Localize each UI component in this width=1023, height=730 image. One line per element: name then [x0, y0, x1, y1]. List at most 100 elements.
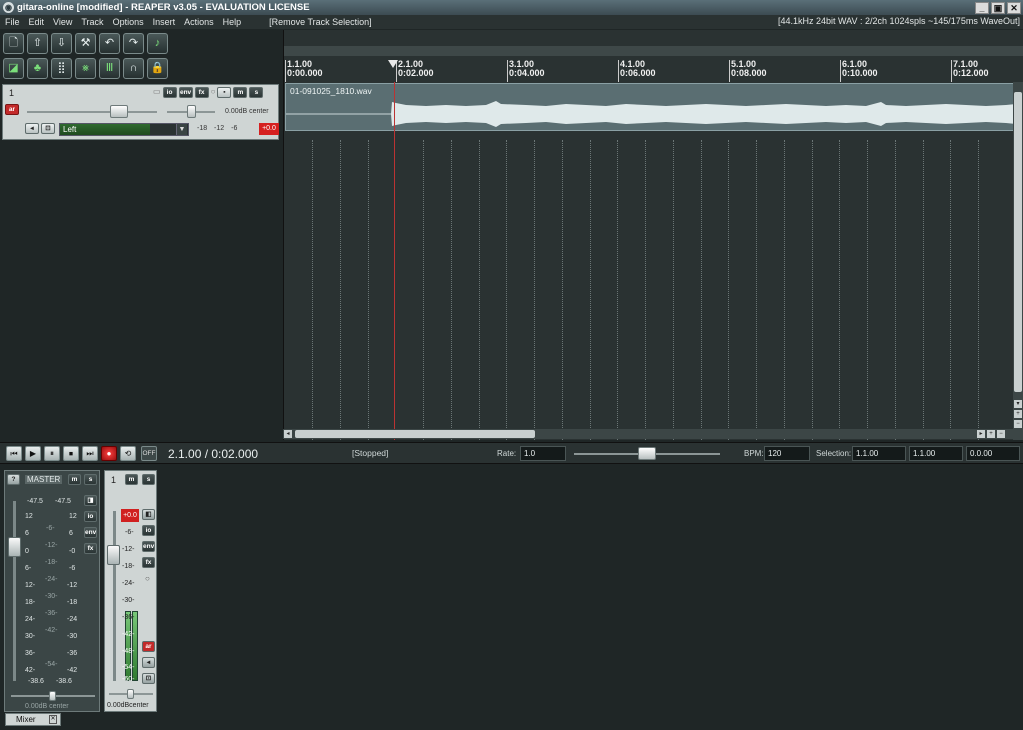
strip-fx-button[interactable]: fx — [142, 557, 155, 568]
vertical-scroll-thumb[interactable] — [1014, 92, 1022, 392]
strip-fx-bypass-icon[interactable]: ○ — [145, 574, 150, 583]
grouping-icon[interactable]: ♣ — [27, 58, 48, 79]
redo-icon[interactable]: ↷ — [123, 33, 144, 54]
open-project-icon[interactable]: ⇧ — [27, 33, 48, 54]
solo-button[interactable]: s — [249, 87, 264, 98]
input-monitor-icon[interactable]: ⊡ — [41, 123, 55, 134]
mute-button[interactable]: m — [233, 87, 248, 98]
stop-icon[interactable]: ⏹ — [63, 446, 79, 461]
menu-insert[interactable]: Insert — [148, 17, 180, 27]
monitor-button[interactable]: ◂ — [25, 123, 39, 134]
fx-button[interactable]: fx — [194, 87, 209, 98]
master-mono-icon[interactable]: ◨ — [84, 495, 97, 506]
vertical-scrollbar[interactable]: ▾ + − — [1013, 82, 1023, 440]
ripple-edit-icon[interactable]: ◪ — [3, 58, 24, 79]
zoom-in-vertical-icon[interactable]: + — [1014, 410, 1022, 418]
project-settings-icon[interactable]: ⚒ — [75, 33, 96, 54]
pause-icon[interactable]: ⏸ — [44, 446, 60, 461]
track-control-panel[interactable]: 1 ar ▭ io env fx ○ ▪ m s 0.00dB center ◂… — [2, 84, 279, 140]
close-icon[interactable]: ✕ — [49, 715, 57, 724]
maximize-button[interactable]: ▣ — [991, 1, 1005, 14]
scroll-down-icon[interactable]: ▾ — [1014, 400, 1022, 408]
position-display[interactable]: 2.1.00 / 0:02.000 — [168, 447, 258, 461]
strip-input-icon[interactable]: ⊡ — [142, 673, 155, 684]
master-peak-left[interactable]: -47.5 — [27, 498, 43, 505]
loop-icon[interactable]: ∩ — [123, 58, 144, 79]
master-solo-button[interactable]: s — [84, 474, 97, 485]
scroll-left-icon[interactable]: ◂ — [284, 430, 292, 438]
menu-track[interactable]: Track — [76, 17, 107, 27]
strip-peak-indicator[interactable]: +0.0 — [121, 509, 139, 522]
pan-slider-thumb[interactable] — [187, 105, 196, 118]
master-mute-button[interactable]: m — [68, 474, 81, 485]
repeat-icon[interactable]: ⟲ — [120, 446, 136, 461]
phase-icon[interactable]: ○ — [211, 87, 216, 98]
horizontal-scroll-thumb[interactable] — [295, 430, 535, 438]
close-button[interactable]: ✕ — [1007, 1, 1021, 14]
strip-env-button[interactable]: env — [142, 541, 155, 552]
zoom-out-vertical-icon[interactable]: − — [1014, 420, 1022, 428]
zoom-out-horizontal-icon[interactable]: − — [997, 430, 1005, 438]
master-io-button[interactable]: io — [84, 511, 97, 522]
master-strip[interactable]: ? MASTER m s -47.5 -47.5 ◨ io env fx 12 … — [4, 470, 100, 712]
strip-fader-thumb[interactable] — [107, 545, 120, 565]
master-fader-thumb[interactable] — [8, 537, 21, 557]
selection-length-field[interactable]: 0.0.00 — [966, 446, 1020, 461]
rate-field[interactable]: 1.0 — [520, 446, 566, 461]
strip-monitor-icon[interactable]: ◂ — [142, 657, 155, 668]
rate-slider-thumb[interactable] — [638, 447, 656, 460]
strip-pan-slider[interactable] — [109, 689, 153, 699]
menu-view[interactable]: View — [48, 17, 76, 27]
bpm-field[interactable]: 120 — [764, 446, 810, 461]
fx-bypass-button[interactable]: ▪ — [217, 87, 232, 98]
edit-cursor-flag-icon[interactable] — [388, 60, 398, 68]
track-volume-slider[interactable] — [27, 105, 157, 119]
strip-io-button[interactable]: io — [142, 525, 155, 536]
menu-edit[interactable]: Edit — [24, 17, 49, 27]
master-peak-right[interactable]: -47.5 — [55, 498, 71, 505]
arrange-view[interactable]: 1.1.00 0:00.000 2.1.00 0:02.000 3.1.00 0:04… — [283, 30, 1023, 440]
master-pan-thumb[interactable] — [49, 691, 56, 701]
scroll-right-icon[interactable]: ▸ — [977, 430, 985, 438]
mixer-tab[interactable]: Mixer ✕ — [5, 713, 61, 726]
auto-crossfade-icon[interactable]: ⨳ — [75, 58, 96, 79]
play-icon[interactable]: ▶ — [25, 446, 41, 461]
envelope-button[interactable]: env — [178, 87, 193, 98]
minimize-button[interactable]: _ — [975, 1, 989, 14]
selection-end-field[interactable]: 1.1.00 — [909, 446, 963, 461]
undo-icon[interactable]: ↶ — [99, 33, 120, 54]
repeat-toggle-button[interactable]: OFF — [141, 446, 157, 461]
snap-grid-icon[interactable]: ⣿ — [51, 58, 72, 79]
go-to-end-icon[interactable]: ⏭ — [82, 446, 98, 461]
menu-options[interactable]: Options — [108, 17, 148, 27]
save-project-icon[interactable]: ⇩ — [51, 33, 72, 54]
envelope-lock-icon[interactable]: Ⅲ — [99, 58, 120, 79]
menu-actions[interactable]: Actions — [179, 17, 218, 27]
track-1-strip[interactable]: 1 m s +0.0 ◧ io env fx ○ -6- -12- -18- -… — [104, 470, 157, 712]
record-arm-button[interactable]: ar — [5, 104, 19, 115]
track-pan-slider[interactable] — [167, 105, 215, 119]
menu-help[interactable]: Help — [218, 17, 246, 27]
strip-solo-button[interactable]: s — [142, 474, 155, 485]
master-fx-button[interactable]: fx — [84, 543, 97, 554]
horizontal-scrollbar[interactable]: ◂ ▸ + − — [283, 429, 1023, 439]
master-env-button[interactable]: env — [84, 527, 97, 538]
io-button[interactable]: io — [162, 87, 177, 98]
strip-record-arm-button[interactable]: ar — [142, 641, 155, 652]
peak-indicator[interactable]: +0.0 — [259, 123, 279, 135]
lock-icon[interactable]: 🔒 — [147, 58, 168, 79]
folder-icon[interactable]: ▭ — [153, 87, 161, 98]
zoom-in-horizontal-icon[interactable]: + — [987, 430, 995, 438]
new-project-icon[interactable]: 🗋 — [3, 33, 24, 54]
strip-pan-thumb[interactable] — [127, 689, 134, 699]
ruler-band[interactable] — [284, 46, 1023, 56]
master-help-icon[interactable]: ? — [7, 474, 20, 485]
selection-start-field[interactable]: 1.1.00 — [852, 446, 906, 461]
strip-mute-button[interactable]: m — [125, 474, 138, 485]
metronome-icon[interactable]: ♪ — [147, 33, 168, 54]
go-to-start-icon[interactable]: ⏮ — [6, 446, 22, 461]
master-pan-slider[interactable] — [11, 691, 95, 701]
strip-phase-icon[interactable]: ◧ — [142, 509, 155, 520]
record-icon[interactable]: ● — [101, 446, 117, 461]
timeline-ruler[interactable]: 1.1.00 0:00.000 2.1.00 0:02.000 3.1.00 0:04… — [284, 30, 1023, 82]
